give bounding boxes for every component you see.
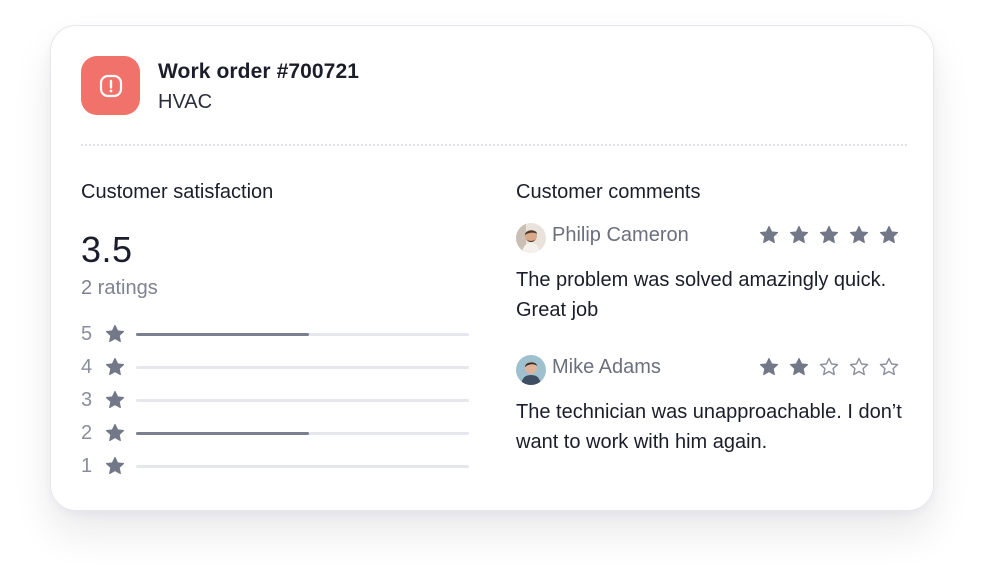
commenter-name: Mike Adams [552,356,661,378]
star-filled-icon [789,357,809,376]
rating-bar-track [136,366,469,369]
star-filled-icon [819,225,839,244]
rating-row-3: 3 [81,389,471,411]
work-order-card: Work order #700721 HVAC Customer satisfa… [50,25,934,511]
star-outline-icon [879,357,899,376]
satisfaction-score: 3.5 [81,229,133,270]
star-outline-icon [849,357,869,376]
rating-row-1: 1 [81,455,471,477]
comments-heading: Customer comments [516,181,701,203]
comment-text: The problem was solved amazingly quick. … [516,269,887,321]
star-filled-icon [789,225,809,244]
star-filled-icon [849,225,869,244]
ratings-count: 2 ratings [81,277,158,299]
rating-row-label: 2 [81,421,93,444]
rating-row-label: 4 [81,355,93,378]
star-rating [759,357,899,377]
star-outline-icon [819,357,839,376]
divider [81,144,907,146]
satisfaction-heading: Customer satisfaction [81,181,274,203]
rating-row-label: 1 [81,454,93,477]
work-order-title: Work order #700721 [158,60,360,83]
rating-bar-fill [136,432,310,435]
avatar [516,223,546,253]
commenter-name: Philip Cameron [552,224,689,246]
comment-text: The technician was unapproachable. I don… [516,401,902,453]
rating-bar-track [136,399,469,402]
star-icon [105,423,125,442]
rating-row-label: 5 [81,322,93,345]
star-icon [105,324,125,343]
rating-row-label: 3 [81,388,93,411]
rating-bar-track [136,432,469,435]
rating-bar-track [136,465,469,468]
star-filled-icon [879,225,899,244]
star-icon [105,456,125,475]
work-order-category: HVAC [158,91,213,113]
rating-bar-track [136,333,469,336]
rating-row-2: 2 [81,422,471,444]
star-rating [759,225,899,245]
alert-icon [81,56,140,115]
avatar [516,355,546,385]
star-filled-icon [759,225,779,244]
rating-row-4: 4 [81,356,471,378]
rating-row-5: 5 [81,323,471,345]
star-icon [105,357,125,376]
star-filled-icon [759,357,779,376]
rating-bar-fill [136,333,310,336]
star-icon [105,390,125,409]
